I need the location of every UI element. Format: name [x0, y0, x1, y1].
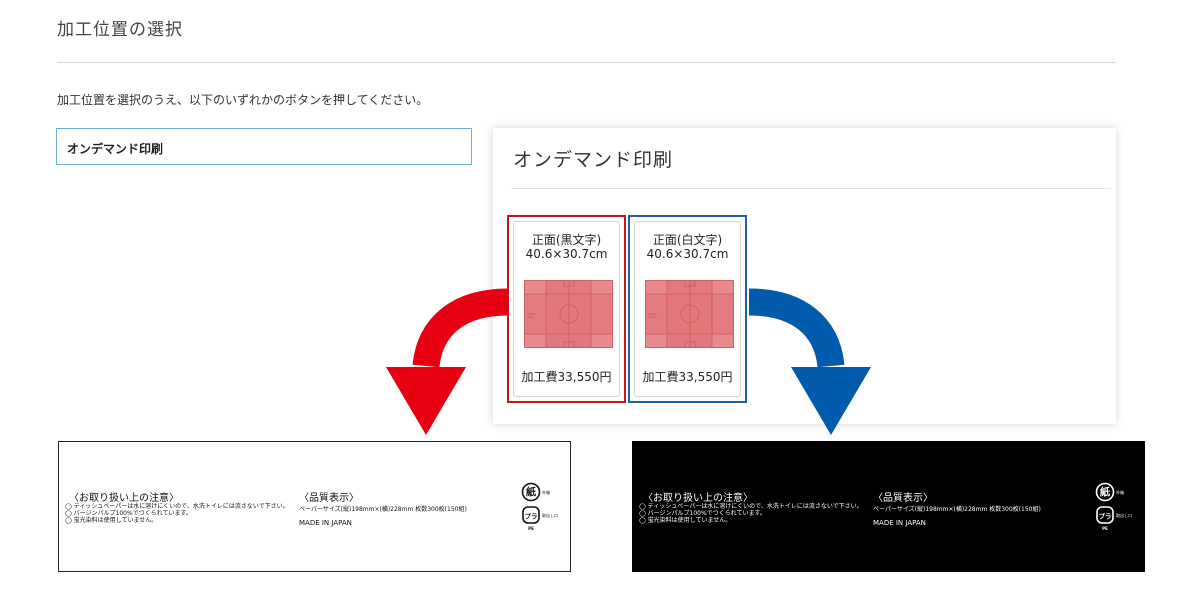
panel-divider [511, 188, 1111, 189]
quality-heading: 〈品質表示〉 [873, 493, 933, 504]
box-print-area-thumbnail [645, 280, 734, 348]
quality-heading: 〈品質表示〉 [299, 493, 359, 504]
care-item: ◯ バージンパルプ100%でつくられています。 [65, 510, 192, 517]
quality-size: ペーパーサイズ(縦)198mm×(横)228mm 枚数300枚(150組) [299, 506, 467, 513]
care-heading: 〈お取り扱い上の注意〉 [643, 493, 753, 504]
option-size: 40.6×30.7cm [646, 247, 729, 261]
care-list: ◯ ティッシュペーパーは水に溶けにくいので、水洗トイレには流さないで下さい。 ◯… [639, 503, 863, 524]
option-card: 正面(黒文字) 40.6×30.7cm 加工費33,550円 [513, 221, 620, 397]
paper-mark-glyph: 紙 [1100, 486, 1110, 499]
care-list: ◯ ティッシュペーパーは水に溶けにくいので、水洗トイレには流さないで下さい。 ◯… [65, 503, 289, 524]
care-item: ◯ ティッシュペーパーは水に溶けにくいので、水洗トイレには流さないで下さい。 [639, 503, 863, 510]
plastic-recycle-mark-icon: プラ 取出し口 PE [1096, 506, 1132, 531]
paper-recycle-mark-icon: 紙 外箱 [1095, 482, 1124, 502]
option-price: 加工費33,550円 [642, 370, 733, 384]
care-item: ◯ 蛍光染料は使用していません。 [65, 517, 158, 524]
quality-origin: MADE IN JAPAN [299, 519, 352, 527]
option-front-black-text[interactable]: 正面(黒文字) 40.6×30.7cm 加工費33,550円 [507, 215, 626, 403]
plastic-recycle-mark-icon: プラ 取出し口 PE [522, 506, 558, 531]
quality-origin: MADE IN JAPAN [873, 519, 926, 527]
page-title: 加工位置の選択 [57, 20, 183, 40]
plastic-mark-caption: 取出し口 [542, 512, 558, 518]
care-item: ◯ 蛍光染料は使用していません。 [639, 517, 732, 524]
paper-recycle-mark-icon: 紙 外箱 [521, 482, 550, 502]
paper-mark-caption: 外箱 [542, 489, 550, 495]
on-demand-print-button[interactable]: オンデマンド印刷 [56, 128, 472, 165]
panel-title: オンデマンド印刷 [513, 149, 674, 171]
red-curved-arrow-icon [386, 288, 509, 435]
option-price: 加工費33,550円 [521, 370, 612, 384]
option-card: 正面(白文字) 40.6×30.7cm 加工費33,550円 [634, 221, 741, 397]
care-item: ◯ ティッシュペーパーは水に溶けにくいので、水洗トイレには流さないで下さい。 [65, 503, 289, 510]
paper-mark-caption: 外箱 [1116, 489, 1124, 495]
care-item: ◯ バージンパルプ100%でつくられています。 [639, 510, 766, 517]
plastic-mark-caption: 取出し口 [1116, 512, 1132, 518]
label-sample-white-text: 〈お取り扱い上の注意〉 ◯ ティッシュペーパーは水に溶けにくいので、水洗トイレに… [632, 441, 1145, 572]
option-name: 正面(白文字) [652, 233, 723, 247]
option-front-white-text[interactable]: 正面(白文字) 40.6×30.7cm 加工費33,550円 [628, 215, 747, 403]
care-heading: 〈お取り扱い上の注意〉 [69, 493, 179, 504]
plastic-mark-glyph: プラ [1099, 512, 1112, 521]
plastic-mark-material: PE [1102, 526, 1108, 531]
blue-curved-arrow-icon [748, 288, 871, 435]
option-size: 40.6×30.7cm [525, 247, 608, 261]
label-sample-black-text: 〈お取り扱い上の注意〉 ◯ ティッシュペーパーは水に溶けにくいので、水洗トイレに… [58, 441, 571, 572]
paper-mark-glyph: 紙 [526, 486, 536, 499]
instruction-text: 加工位置を選択のうえ、以下のいずれかのボタンを押してください。 [57, 93, 429, 107]
title-divider [57, 62, 1116, 63]
quality-size: ペーパーサイズ(縦)198mm×(横)228mm 枚数300枚(150組) [873, 506, 1041, 513]
box-print-area-thumbnail [524, 280, 613, 348]
plastic-mark-glyph: プラ [525, 512, 538, 521]
option-name: 正面(黒文字) [531, 233, 602, 247]
plastic-mark-material: PE [528, 526, 534, 531]
